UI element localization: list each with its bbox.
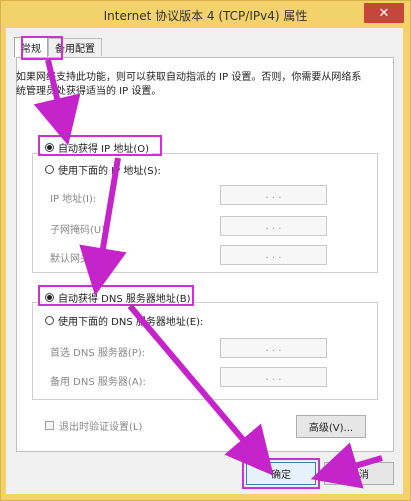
- alternate-dns-value: . . .: [265, 371, 282, 383]
- subnet-mask-field[interactable]: . . .: [220, 216, 327, 236]
- manual-ip-radio[interactable]: 使用下面的 IP 地址(S):: [42, 162, 164, 177]
- description-text: 如果网络支持此功能，则可以获取自动指派的 IP 设置。否则，你需要从网络系统管理…: [16, 72, 362, 97]
- alternate-dns-field[interactable]: . . .: [220, 367, 327, 387]
- radio-unselected-icon: [45, 165, 54, 174]
- close-icon: ✕: [378, 5, 390, 21]
- title-bar: Internet 协议版本 4 (TCP/IPv4) 属性: [1, 1, 410, 29]
- cancel-button-label: 取消: [349, 470, 369, 481]
- cancel-button[interactable]: 取消: [324, 462, 394, 485]
- default-gateway-value: . . .: [265, 249, 282, 261]
- auto-dns-label: 自动获得 DNS 服务器地址(B): [58, 294, 191, 305]
- radio-selected-icon: [45, 293, 54, 302]
- tab-strip: 常规 备用配置: [14, 37, 102, 57]
- subnet-mask-value: . . .: [265, 220, 282, 232]
- default-gateway-label: 默认网关(D):: [50, 254, 109, 265]
- close-button[interactable]: ✕: [364, 3, 404, 23]
- tab-alternate-label: 备用配置: [55, 44, 95, 55]
- manual-ip-label: 使用下面的 IP 地址(S):: [58, 166, 161, 177]
- preferred-dns-label: 首选 DNS 服务器(P):: [50, 348, 146, 359]
- validate-on-exit-label: 退出时验证设置(L): [59, 422, 143, 433]
- manual-dns-radio[interactable]: 使用下面的 DNS 服务器地址(E):: [42, 313, 207, 328]
- alternate-dns-label: 备用 DNS 服务器(A):: [50, 377, 146, 388]
- radio-selected-icon: [45, 143, 54, 152]
- auto-ip-label: 自动获得 IP 地址(O): [58, 144, 150, 155]
- ip-address-label: IP 地址(I):: [50, 194, 97, 205]
- preferred-dns-value: . . .: [265, 342, 282, 354]
- advanced-button[interactable]: 高级(V)...: [296, 415, 366, 438]
- checkbox-icon: [45, 421, 54, 430]
- advanced-button-label: 高级(V)...: [308, 423, 354, 434]
- subnet-mask-label: 子网掩码(U):: [50, 225, 109, 236]
- auto-ip-radio[interactable]: 自动获得 IP 地址(O): [42, 140, 153, 155]
- radio-unselected-icon: [45, 316, 54, 325]
- default-gateway-field[interactable]: . . .: [220, 245, 327, 265]
- ok-button-label: 确定: [271, 470, 291, 481]
- validate-on-exit-checkbox[interactable]: 退出时验证设置(L): [45, 418, 142, 433]
- preferred-dns-field[interactable]: . . .: [220, 338, 327, 358]
- ok-button[interactable]: 确定: [246, 462, 316, 485]
- ip-address-field[interactable]: . . .: [220, 185, 327, 205]
- auto-dns-radio[interactable]: 自动获得 DNS 服务器地址(B): [42, 290, 194, 305]
- tab-general-label: 常规: [21, 44, 41, 55]
- manual-dns-label: 使用下面的 DNS 服务器地址(E):: [58, 317, 204, 328]
- tab-alternate-config[interactable]: 备用配置: [48, 38, 102, 56]
- ip-address-value: . . .: [265, 189, 282, 201]
- tab-general[interactable]: 常规: [14, 37, 48, 57]
- window-title: Internet 协议版本 4 (TCP/IPv4) 属性: [103, 8, 308, 23]
